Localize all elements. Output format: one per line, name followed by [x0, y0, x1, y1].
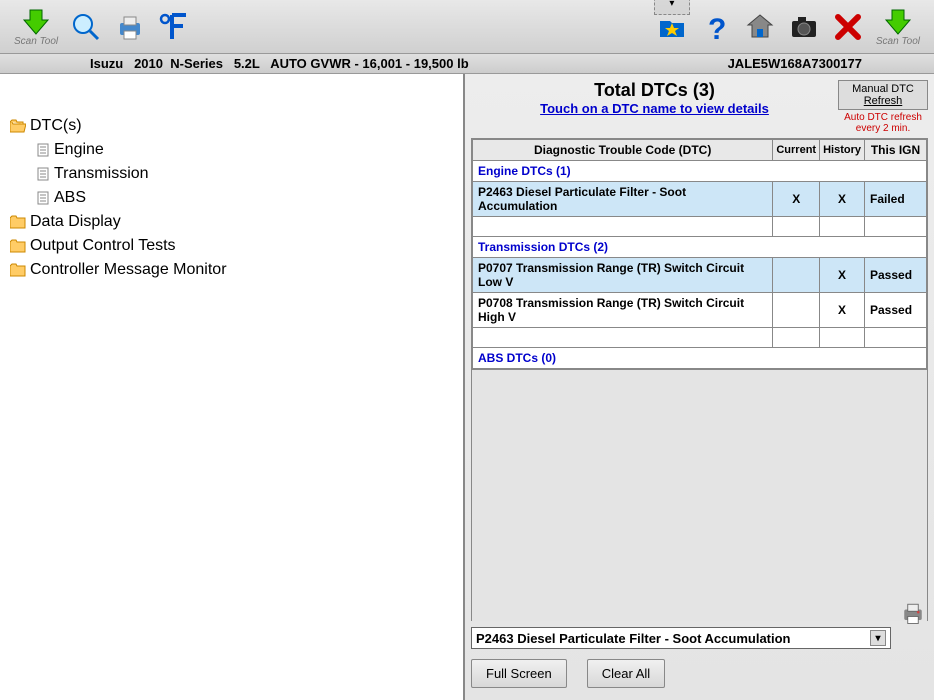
arrow-down-green-icon [882, 6, 914, 38]
manual-refresh-button[interactable]: Manual DTC Refresh [838, 80, 928, 110]
dtc-select-dropdown[interactable]: P2463 Diesel Particulate Filter - Soot A… [471, 627, 891, 649]
camera-icon [788, 11, 820, 43]
full-screen-button[interactable]: Full Screen [471, 659, 567, 688]
folder-icon [10, 215, 26, 229]
touch-hint-link[interactable]: Touch on a DTC name to view details [471, 101, 838, 116]
clear-all-button[interactable]: Clear All [587, 659, 665, 688]
screenshot-button[interactable]: ▾ [788, 11, 820, 43]
dtc-row[interactable]: P0707 Transmission Range (TR) Switch Cir… [473, 258, 927, 293]
nav-engine[interactable]: Engine [10, 138, 453, 162]
close-x-icon [832, 11, 864, 43]
home-button[interactable] [744, 11, 776, 43]
col-history: History [820, 140, 865, 161]
print-button[interactable] [114, 11, 146, 43]
section-abs[interactable]: ABS DTCs (0) [473, 348, 927, 369]
help-button[interactable]: ? [700, 11, 732, 43]
vehicle-make: Isuzu [90, 56, 123, 71]
selection-handles-icon: ▾ [654, 0, 690, 15]
dtc-row[interactable]: P0708 Transmission Range (TR) Switch Cir… [473, 293, 927, 328]
favorites-button[interactable] [656, 11, 688, 43]
col-this-ign: This IGN [865, 140, 927, 161]
nav-abs[interactable]: ABS [10, 186, 453, 210]
vehicle-gvwr: AUTO GVWR - 16,001 - 19,500 lb [270, 56, 468, 71]
arrow-down-green-icon [20, 6, 52, 38]
document-icon [36, 167, 50, 181]
folder-icon [10, 239, 26, 253]
chevron-down-icon: ▾ [870, 630, 886, 646]
nav-dtcs[interactable]: DTC(s) [10, 114, 453, 138]
folder-open-icon [10, 119, 26, 133]
close-button[interactable] [832, 11, 864, 43]
scan-tool-forward-button[interactable]: Scan Tool [876, 6, 920, 47]
document-icon [36, 191, 50, 205]
nav-controller-message[interactable]: Controller Message Monitor [10, 258, 453, 282]
col-dtc: Diagnostic Trouble Code (DTC) [473, 140, 773, 161]
auto-refresh-label: Auto DTC refreshevery 2 min. [838, 112, 928, 134]
svg-text:?: ? [708, 13, 726, 43]
folder-star-icon [656, 11, 688, 43]
nav-output-control[interactable]: Output Control Tests [10, 234, 453, 258]
question-icon: ? [700, 11, 732, 43]
document-icon [36, 143, 50, 157]
home-icon [744, 11, 776, 43]
vehicle-vin: JALE5W168A7300177 [728, 56, 922, 71]
dtc-table: Diagnostic Trouble Code (DTC) Current Hi… [472, 139, 927, 369]
printer-icon [898, 599, 928, 627]
folder-icon [10, 263, 26, 277]
dtc-main-panel: Total DTCs (3) Touch on a DTC name to vi… [465, 74, 934, 700]
section-engine[interactable]: Engine DTCs (1) [473, 161, 927, 182]
vehicle-info-bar: Isuzu 2010 N-Series 5.2L AUTO GVWR - 16,… [0, 54, 934, 74]
print-side-button[interactable] [898, 599, 928, 630]
total-dtcs-label: Total DTCs (3) [471, 80, 838, 101]
dtc-row[interactable]: P2463 Diesel Particulate Filter - Soot A… [473, 182, 927, 217]
navigation-tree: DTC(s) Engine Transmission ABS Data Disp… [0, 74, 465, 700]
units-button[interactable] [158, 11, 190, 43]
nav-transmission[interactable]: Transmission [10, 162, 453, 186]
fahrenheit-icon [158, 11, 190, 43]
vehicle-model: N-Series [170, 56, 223, 71]
vehicle-engine: 5.2L [234, 56, 260, 71]
scan-tool-back-button[interactable]: Scan Tool [14, 6, 58, 47]
col-current: Current [773, 140, 820, 161]
magnifier-icon [70, 11, 102, 43]
main-toolbar: Scan Tool ? ▾ Scan Tool [0, 0, 934, 54]
nav-data-display[interactable]: Data Display [10, 210, 453, 234]
search-button[interactable] [70, 11, 102, 43]
vehicle-year: 2010 [134, 56, 163, 71]
printer-icon [114, 11, 146, 43]
section-transmission[interactable]: Transmission DTCs (2) [473, 237, 927, 258]
